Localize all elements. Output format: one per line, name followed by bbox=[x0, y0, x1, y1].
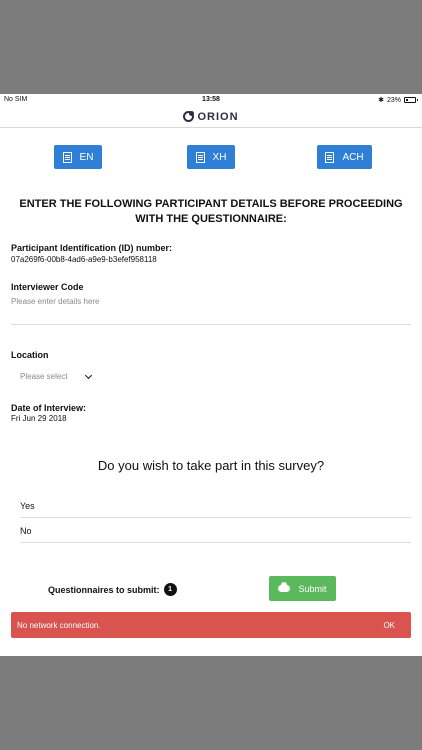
option-divider bbox=[20, 542, 411, 543]
battery-percent: 23% bbox=[386, 96, 401, 104]
participant-id-label: Participant Identification (ID) number: bbox=[11, 243, 173, 253]
status-right: ✱ 23% bbox=[378, 96, 418, 104]
navbar: ORION bbox=[0, 106, 422, 128]
language-button-ach[interactable]: ACH bbox=[317, 145, 372, 169]
page-title: ENTER THE FOLLOWING PARTICIPANT DETAILS … bbox=[19, 198, 403, 225]
document-icon bbox=[195, 151, 205, 163]
questionnaires-to-submit: Questionnaires to submit: 1 bbox=[48, 583, 177, 596]
option-yes[interactable]: Yes bbox=[20, 501, 35, 511]
survey-question: Do you wish to take part in this survey? bbox=[97, 458, 325, 473]
language-label: EN bbox=[79, 151, 94, 163]
battery-icon bbox=[404, 97, 418, 103]
network-alert: No network connection. OK bbox=[11, 612, 411, 638]
language-label: XH bbox=[212, 151, 227, 163]
app-logo-text: ORION bbox=[197, 110, 239, 123]
clock: 13:58 bbox=[202, 96, 220, 103]
location-select-value: Please select bbox=[20, 372, 68, 381]
submit-button[interactable]: Submit bbox=[269, 576, 336, 601]
bluetooth-icon: ✱ bbox=[378, 97, 384, 104]
alert-message: No network connection. bbox=[17, 620, 101, 630]
alert-ok-button[interactable]: OK bbox=[383, 621, 395, 630]
interviewer-code-label: Interviewer Code bbox=[11, 282, 84, 292]
option-divider bbox=[20, 517, 411, 518]
participant-id-value: 07a269f6-00b8-4ad6-a9e9-b3efef958118 bbox=[11, 255, 157, 264]
date-label: Date of Interview: bbox=[11, 403, 87, 413]
location-select[interactable]: Please select bbox=[20, 371, 92, 381]
questionnaires-label: Questionnaires to submit: bbox=[48, 584, 160, 595]
orion-logo-icon bbox=[183, 111, 195, 122]
app-screen: No SIM 13:58 ✱ 23% ORION EN XH ACH ENTER… bbox=[0, 94, 422, 656]
interviewer-code-input[interactable]: Please enter details here bbox=[11, 297, 100, 306]
input-divider bbox=[11, 324, 411, 325]
document-icon bbox=[62, 151, 72, 163]
language-button-en[interactable]: EN bbox=[54, 145, 102, 169]
date-value: Fri Jun 29 2018 bbox=[11, 414, 67, 423]
location-label: Location bbox=[11, 350, 49, 360]
questionnaire-count-badge: 1 bbox=[163, 583, 177, 596]
language-button-xh[interactable]: XH bbox=[187, 145, 235, 169]
cloud-upload-icon bbox=[278, 582, 291, 592]
status-bar: No SIM 13:58 ✱ 23% bbox=[0, 94, 422, 106]
option-no[interactable]: No bbox=[20, 526, 32, 536]
battery-level bbox=[406, 99, 408, 101]
submit-label: Submit bbox=[298, 583, 327, 594]
chevron-down-icon bbox=[84, 371, 92, 379]
document-icon bbox=[325, 151, 335, 163]
language-label: ACH bbox=[342, 151, 364, 163]
